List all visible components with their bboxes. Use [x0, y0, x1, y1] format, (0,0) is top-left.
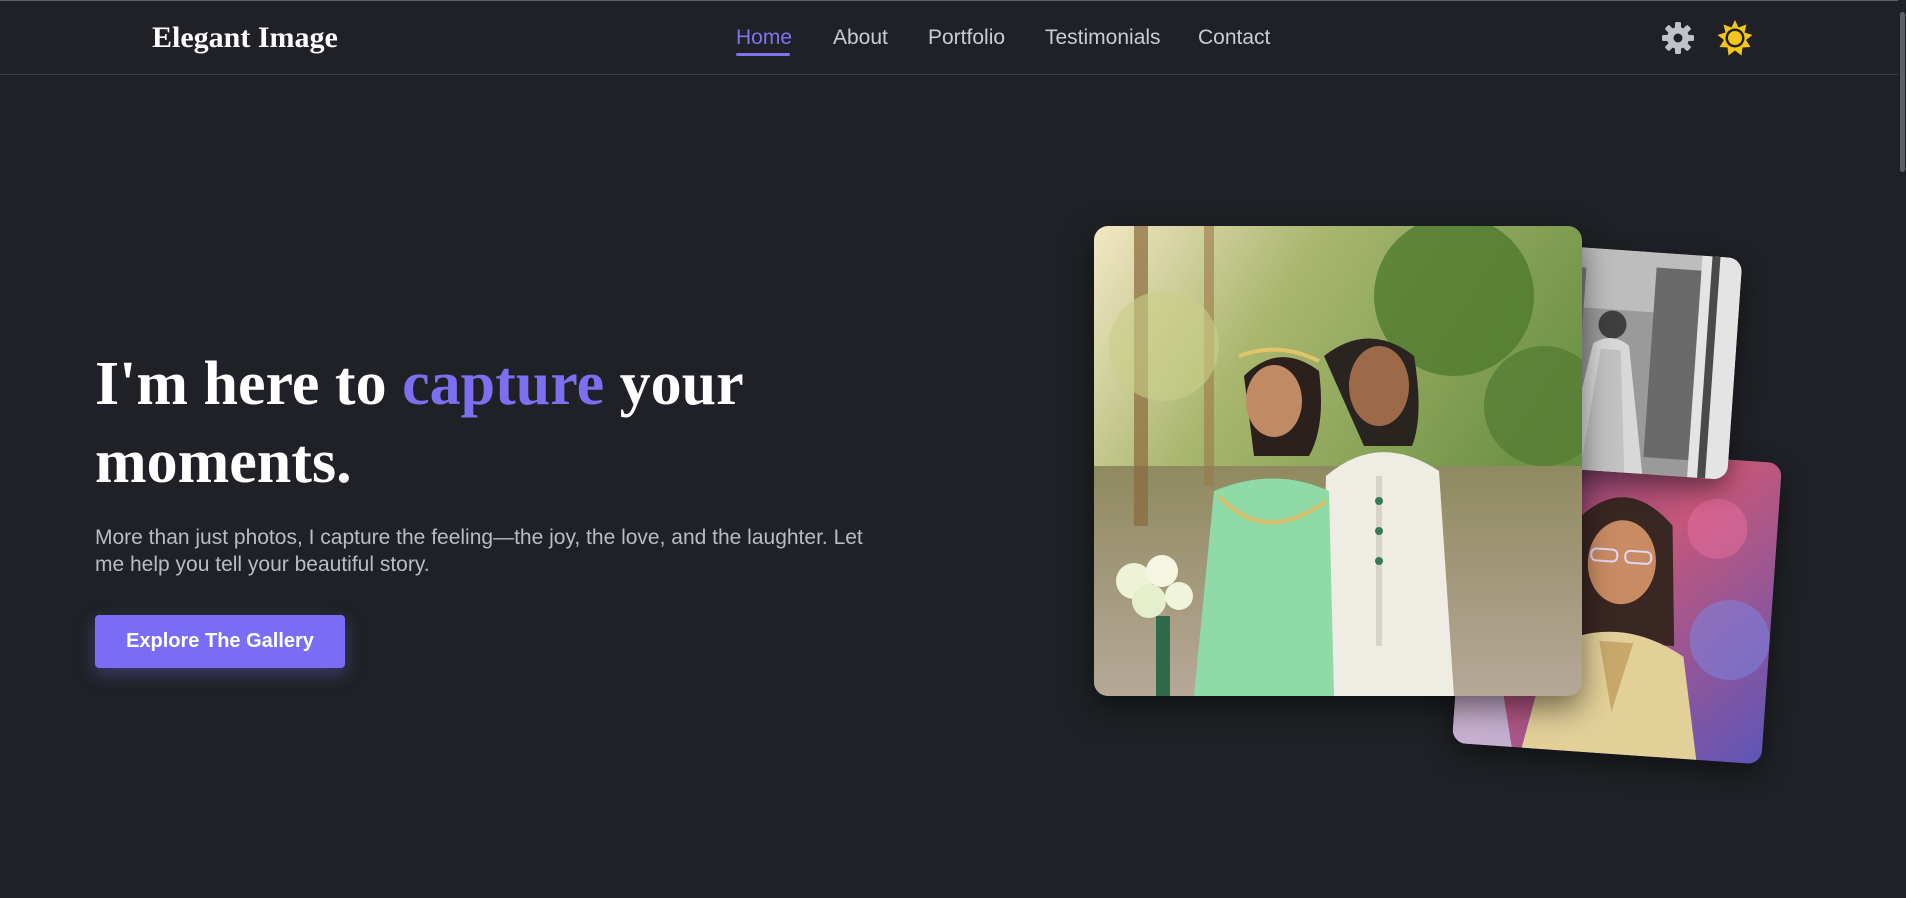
site-header: Elegant Image Home About Portfolio Testi… — [0, 1, 1906, 75]
nav-portfolio[interactable]: Portfolio — [928, 26, 1005, 50]
site-logo[interactable]: Elegant Image — [152, 21, 338, 55]
headline-accent: capture — [402, 350, 605, 418]
headline-text-start: I'm here to — [95, 350, 403, 418]
sun-icon[interactable] — [1716, 19, 1754, 57]
hero-subtext: More than just photos, I capture the fee… — [95, 526, 863, 576]
wedding-couple-photo — [1094, 226, 1582, 696]
gear-icon[interactable] — [1660, 20, 1696, 56]
nav-active-indicator — [736, 53, 790, 56]
hero-headline: I'm here to capture your moments. — [95, 345, 915, 501]
nav-home[interactable]: Home — [736, 26, 792, 50]
scrollbar-thumb[interactable] — [1900, 12, 1905, 172]
nav-contact[interactable]: Contact — [1198, 26, 1270, 50]
nav-about[interactable]: About — [833, 26, 888, 50]
nav-testimonials[interactable]: Testimonials — [1045, 26, 1161, 50]
explore-gallery-button[interactable]: Explore The Gallery — [95, 615, 345, 668]
